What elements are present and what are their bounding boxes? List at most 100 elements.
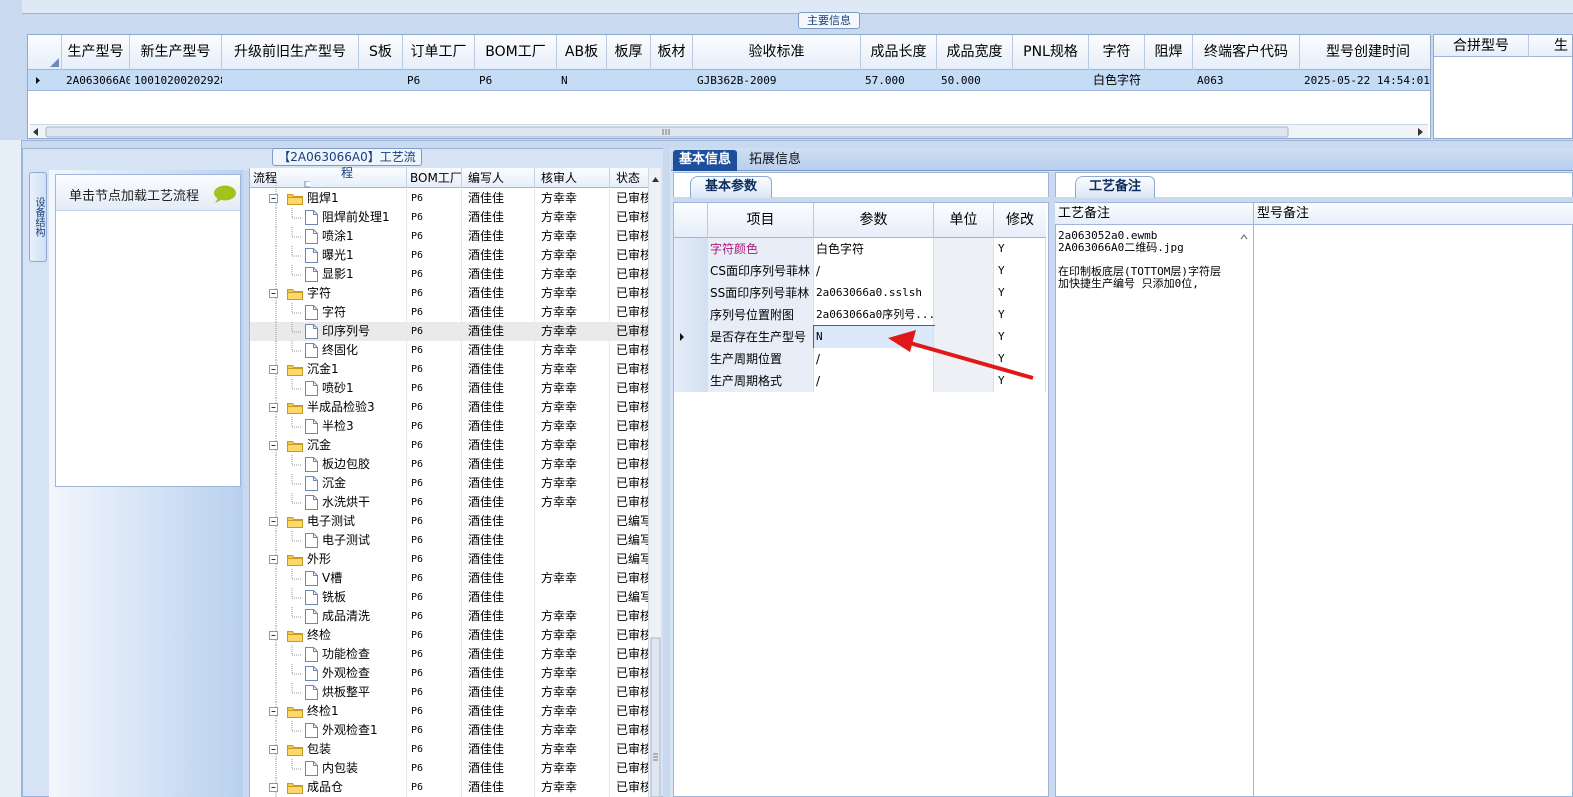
main-grid-row[interactable]: 2A063066A0 10010200202928 P6 P6 N GJB362B-200…: [28, 70, 1430, 91]
tree-row[interactable]: 外形 P6 酒佳佳 已编写: [250, 550, 650, 569]
main-grid-header-cell[interactable]: 板材: [651, 35, 693, 70]
main-grid-cell[interactable]: 2025-05-22 14:54:01: [1300, 70, 1436, 91]
tree-node-cell[interactable]: V槽: [250, 569, 407, 588]
tree-row[interactable]: 阻焊1 P6 酒佳佳 方幸幸 已审核: [250, 189, 650, 208]
param-unit-cell[interactable]: [934, 304, 994, 326]
main-grid-cell[interactable]: 57.000: [861, 70, 937, 91]
main-grid-cell[interactable]: P6: [403, 70, 475, 91]
tab-basic-info[interactable]: 基本信息: [673, 150, 738, 171]
tree-node-cell[interactable]: 板边包胶: [250, 455, 407, 474]
tree-node-cell[interactable]: 成品清洗: [250, 607, 407, 626]
tree-row[interactable]: 印序列号 P6 酒佳佳 方幸幸 已审核: [250, 322, 650, 341]
tree-node-cell[interactable]: 终检1: [250, 702, 407, 721]
main-grid-header-cell[interactable]: 板厚: [607, 35, 651, 70]
tree-row[interactable]: 终检1 P6 酒佳佳 方幸幸 已审核: [250, 702, 650, 721]
tree-node-cell[interactable]: 外形: [250, 550, 407, 569]
tree-row[interactable]: 功能检查 P6 酒佳佳 方幸幸 已审核: [250, 645, 650, 664]
main-grid-cell[interactable]: [1145, 70, 1193, 91]
main-grid-cell[interactable]: [359, 70, 403, 91]
main-grid-header-cell[interactable]: S板: [359, 35, 403, 70]
tree-node-cell[interactable]: 内包装: [250, 759, 407, 778]
main-grid-header-cell[interactable]: AB板: [557, 35, 607, 70]
tree-row[interactable]: 终固化 P6 酒佳佳 方幸幸 已审核: [250, 341, 650, 360]
tree-vertical-scrollbar[interactable]: [648, 168, 661, 797]
tree-node-cell[interactable]: 喷涂1: [250, 227, 407, 246]
chevron-up-icon[interactable]: [1239, 232, 1249, 242]
tree-node-cell[interactable]: 沉金: [250, 436, 407, 455]
param-modify-cell[interactable]: Y: [994, 238, 1046, 260]
tree-node-cell[interactable]: 功能检查: [250, 645, 407, 664]
collapse-icon[interactable]: [269, 706, 279, 717]
merge-model-grid[interactable]: 合拼型号 生: [1433, 34, 1573, 139]
collapse-icon[interactable]: [269, 288, 279, 299]
tree-node-cell[interactable]: 终固化: [250, 341, 407, 360]
main-grid-cell[interactable]: 2A063066A0: [62, 70, 130, 91]
middle-vertical-splitter[interactable]: [663, 148, 670, 797]
collapse-icon[interactable]: [269, 440, 279, 451]
param-value-cell[interactable]: 2a063066a0序列号...: [814, 304, 934, 326]
main-grid-header-cell[interactable]: 新生产型号: [130, 35, 222, 70]
main-grid-header-cell[interactable]: 字符: [1089, 35, 1145, 70]
tree-row[interactable]: 沉金 P6 酒佳佳 方幸幸 已审核: [250, 436, 650, 455]
param-value-cell[interactable]: 2a063066a0.sslsh: [814, 282, 934, 304]
tree-row[interactable]: 喷砂1 P6 酒佳佳 方幸幸 已审核: [250, 379, 650, 398]
collapse-icon[interactable]: [269, 402, 279, 413]
tree-node-cell[interactable]: 铣板: [250, 588, 407, 607]
collapse-icon[interactable]: [269, 364, 279, 375]
tree-node-cell[interactable]: 成品仓: [250, 778, 407, 797]
tree-node-cell[interactable]: 阻焊1: [250, 189, 407, 208]
tree-row[interactable]: 电子测试 P6 酒佳佳 已编写: [250, 531, 650, 550]
tree-node-cell[interactable]: 半检3: [250, 417, 407, 436]
main-grid-header-cell[interactable]: 终端客户代码: [1193, 35, 1300, 70]
equipment-structure-tab[interactable]: 设备结构: [29, 172, 47, 262]
tree-row[interactable]: 外观检查1 P6 酒佳佳 方幸幸 已审核: [250, 721, 650, 740]
tree-node-cell[interactable]: 字符: [250, 303, 407, 322]
horizontal-splitter[interactable]: [22, 140, 1573, 148]
tree-row[interactable]: 显影1 P6 酒佳佳 方幸幸 已审核: [250, 265, 650, 284]
tree-node-cell[interactable]: 半成品检验3: [250, 398, 407, 417]
tree-node-cell[interactable]: 外观检查1: [250, 721, 407, 740]
tree-row[interactable]: 字符 P6 酒佳佳 方幸幸 已审核: [250, 303, 650, 322]
tree-node-cell[interactable]: 喷砂1: [250, 379, 407, 398]
param-row[interactable]: 字符颜色 白色字符 Y: [674, 238, 1046, 260]
main-grid-header-cell[interactable]: PNL规格: [1013, 35, 1089, 70]
main-grid-cell[interactable]: [1013, 70, 1089, 91]
tree-node-cell[interactable]: 阻焊前处理1: [250, 208, 407, 227]
tree-row[interactable]: 成品仓 P6 酒佳佳 方幸幸 已审核: [250, 778, 650, 797]
tree-row[interactable]: 电子测试 P6 酒佳佳 已编写: [250, 512, 650, 531]
tree-node-cell[interactable]: 沉金: [250, 474, 407, 493]
tree-row[interactable]: 水洗烘干 P6 酒佳佳 方幸幸 已审核: [250, 493, 650, 512]
main-grid-cell[interactable]: [651, 70, 693, 91]
tree-row[interactable]: 半成品检验3 P6 酒佳佳 方幸幸 已审核: [250, 398, 650, 417]
main-grid-header-cell[interactable]: 成品宽度: [937, 35, 1013, 70]
tree-row[interactable]: 曝光1 P6 酒佳佳 方幸幸 已审核: [250, 246, 650, 265]
tree-row[interactable]: 成品清洗 P6 酒佳佳 方幸幸 已审核: [250, 607, 650, 626]
main-grid-header-cell[interactable]: 生产型号: [62, 35, 130, 70]
main-grid-cell[interactable]: P6: [475, 70, 557, 91]
load-process-panel[interactable]: 单击节点加载工艺流程: [55, 174, 241, 487]
tree-node-cell[interactable]: 电子测试: [250, 512, 407, 531]
param-unit-cell[interactable]: [934, 282, 994, 304]
param-unit-cell[interactable]: [934, 260, 994, 282]
tab-basic-params[interactable]: 基本参数: [690, 176, 772, 198]
tree-row[interactable]: 半检3 P6 酒佳佳 方幸幸 已审核: [250, 417, 650, 436]
tree-node-cell[interactable]: 终检: [250, 626, 407, 645]
tree-row[interactable]: 终检 P6 酒佳佳 方幸幸 已审核: [250, 626, 650, 645]
tree-node-cell[interactable]: 字符: [250, 284, 407, 303]
param-value-cell[interactable]: /: [814, 260, 934, 282]
tree-node-cell[interactable]: 显影1: [250, 265, 407, 284]
tree-row[interactable]: 铣板 P6 酒佳佳 已编写: [250, 588, 650, 607]
tree-row[interactable]: 沉金 P6 酒佳佳 方幸幸 已审核: [250, 474, 650, 493]
tree-node-cell[interactable]: 电子测试: [250, 531, 407, 550]
main-grid-header-cell[interactable]: 成品长度: [861, 35, 937, 70]
tree-row[interactable]: 喷涂1 P6 酒佳佳 方幸幸 已审核: [250, 227, 650, 246]
main-grid-cell[interactable]: GJB362B-2009: [693, 70, 861, 91]
main-grid-cell[interactable]: [222, 70, 359, 91]
tree-row[interactable]: 字符 P6 酒佳佳 方幸幸 已审核: [250, 284, 650, 303]
tab-process-notes[interactable]: 工艺备注: [1075, 176, 1155, 198]
process-tree-grid[interactable]: 流程 BOM工厂 编写人 核审人 状态 阻焊1 P6 酒佳佳 方幸幸 已审核 阻焊前处理1…: [249, 168, 661, 797]
main-grid-header-cell[interactable]: BOM工厂: [475, 35, 557, 70]
param-modify-cell[interactable]: Y: [994, 282, 1046, 304]
param-value-cell[interactable]: 白色字符: [814, 238, 934, 260]
collapse-icon[interactable]: [269, 554, 279, 565]
